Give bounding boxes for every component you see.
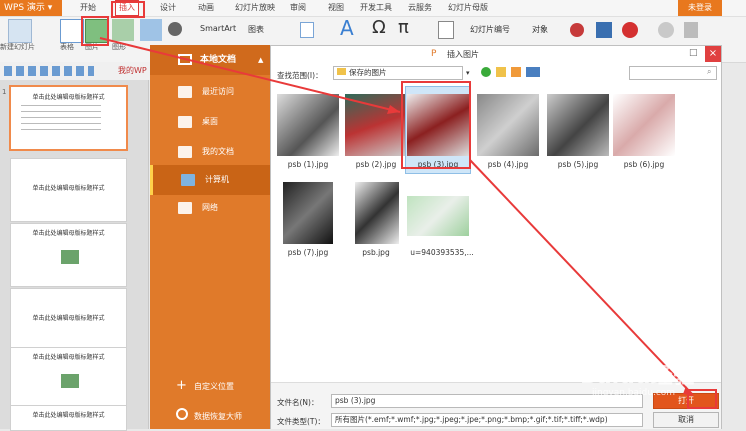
arrow-head-file [387,105,400,114]
watermark-url: jingyan.baidu.com [592,388,676,398]
arrow-to-file [99,37,401,113]
insert-tab-highlight [111,1,145,18]
picture-button-highlight [81,16,109,46]
selected-file-highlight [401,81,471,169]
watermark: Baidu经验 [580,364,695,389]
open-button-highlight [687,389,717,409]
